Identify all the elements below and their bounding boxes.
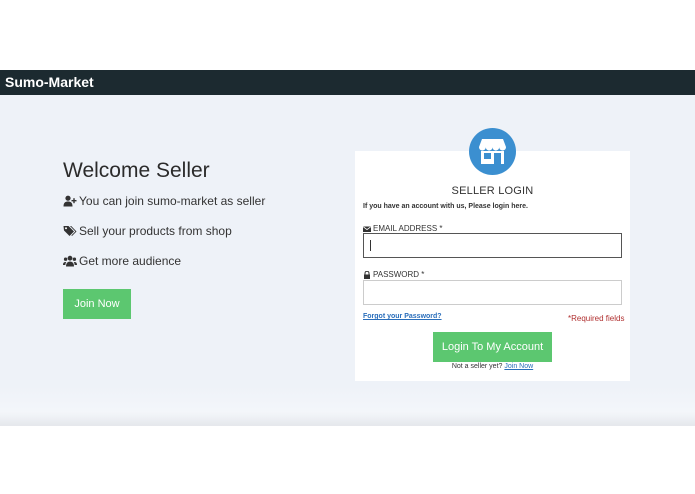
forgot-password-link[interactable]: Forgot your Password? xyxy=(363,313,442,320)
feature-text: You can join sumo-market as seller xyxy=(79,194,266,208)
text-cursor xyxy=(370,240,371,251)
not-seller-line: Not a seller yet? Join Now xyxy=(355,363,630,370)
feature-item-sell: Sell your products from shop xyxy=(63,224,232,238)
email-label-text: EMAIL ADDRESS * xyxy=(373,224,443,233)
email-field[interactable] xyxy=(363,233,622,258)
login-subtitle: If you have an account with us, Please l… xyxy=(363,203,528,210)
join-now-button[interactable]: Join Now xyxy=(63,289,131,319)
password-label: PASSWORD * xyxy=(363,270,424,279)
login-title: SELLER LOGIN xyxy=(451,185,534,197)
feature-item-audience: Get more audience xyxy=(63,254,181,268)
email-label: EMAIL ADDRESS * xyxy=(363,224,443,233)
feature-item-join: You can join sumo-market as seller xyxy=(63,194,265,208)
brand-logo[interactable]: Sumo-Market xyxy=(5,74,94,91)
password-field[interactable] xyxy=(363,280,622,305)
feature-text: Sell your products from shop xyxy=(79,224,232,238)
envelope-icon xyxy=(363,225,371,233)
store-icon xyxy=(469,128,516,175)
required-fields-note: *Required fields xyxy=(568,314,625,323)
password-label-text: PASSWORD * xyxy=(373,270,425,279)
welcome-title: Welcome Seller xyxy=(63,159,210,182)
hero-shadow xyxy=(0,412,695,426)
join-now-link[interactable]: Join Now xyxy=(504,363,533,370)
page: Sumo-Market Welcome Seller You can join … xyxy=(0,0,695,494)
users-icon xyxy=(63,255,77,267)
feature-text: Get more audience xyxy=(79,254,182,268)
user-plus-icon xyxy=(63,195,77,207)
lock-icon xyxy=(363,270,371,279)
top-navbar: Sumo-Market xyxy=(0,70,695,95)
login-submit-button[interactable]: Login To My Account xyxy=(433,332,552,362)
not-seller-text: Not a seller yet? xyxy=(451,363,503,370)
tags-icon xyxy=(63,225,77,237)
